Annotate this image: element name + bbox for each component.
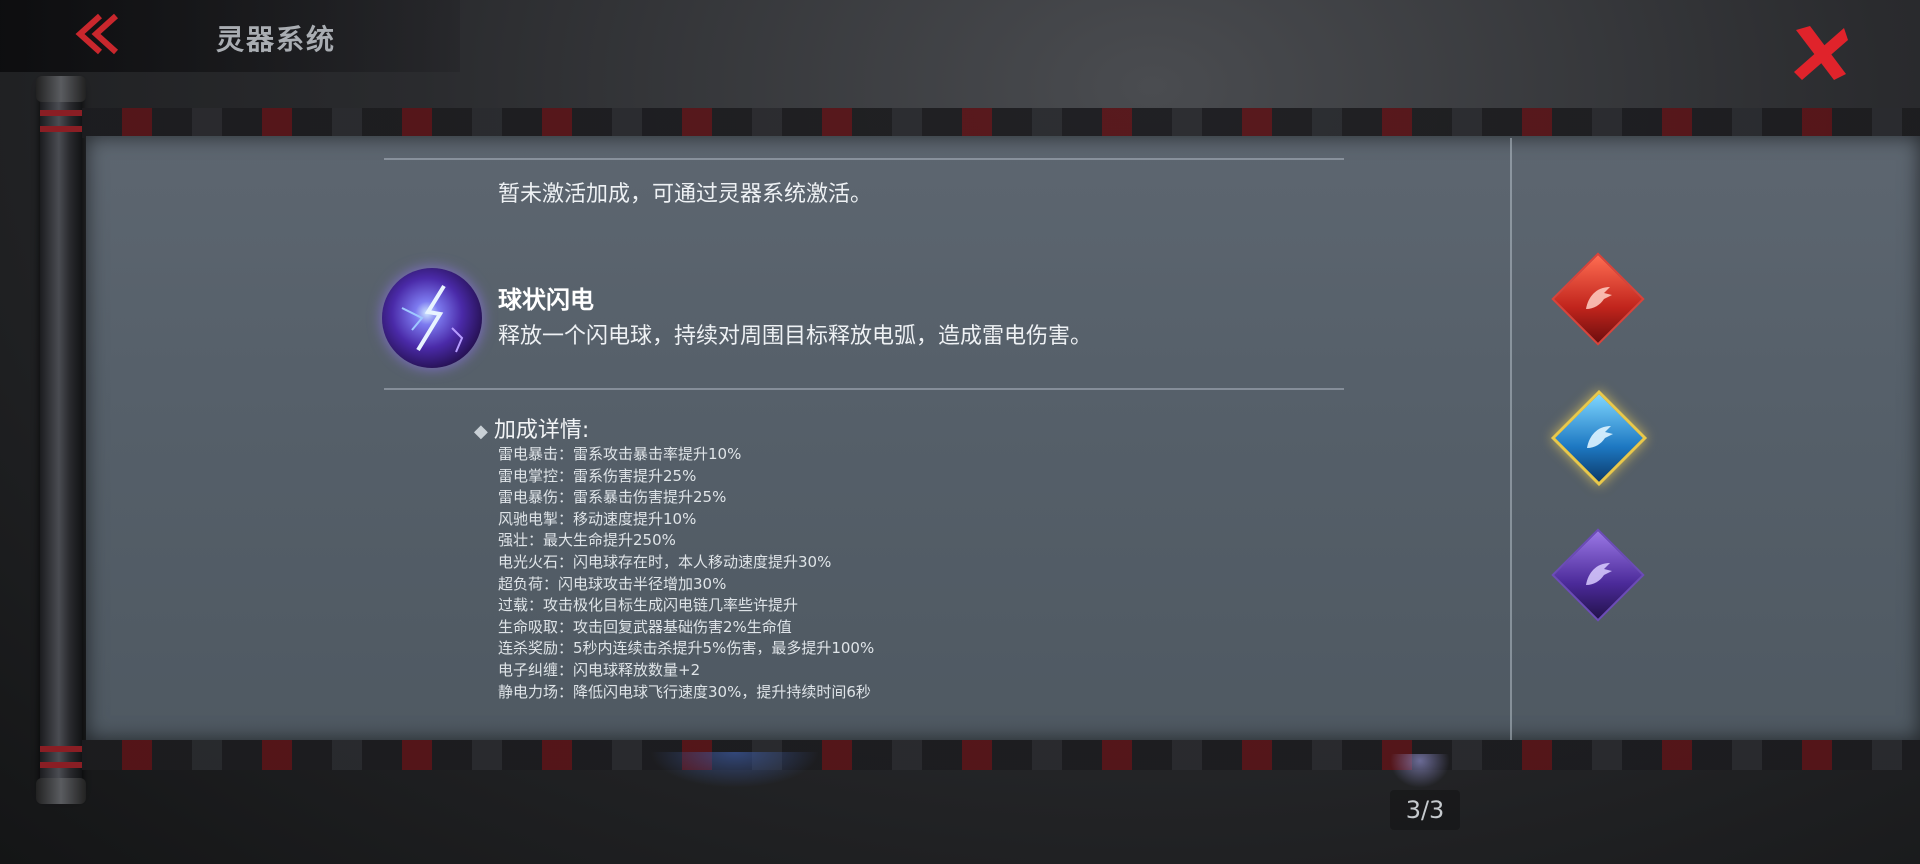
dragon-head-icon: [1567, 544, 1629, 606]
close-x-icon: [1794, 26, 1848, 80]
diamond-bullet-icon: ◆: [474, 421, 488, 442]
bonus-item: 雷电掌控：雷系伤害提升25%: [498, 466, 697, 485]
double-chevron-left-icon: [75, 13, 119, 55]
rod-band: [40, 762, 82, 768]
rod-top-cap: [36, 76, 86, 102]
page-indicator: 3/3: [1390, 790, 1460, 830]
bottom-glow-decoration: [650, 752, 820, 788]
bonus-list: 雷电暴击：雷系攻击暴击率提升10% 雷电掌控：雷系伤害提升25% 雷电暴伤：雷系…: [498, 444, 874, 703]
bonus-item: 超负荷：闪电球攻击半径增加30%: [498, 574, 727, 593]
rod-bottom-cap: [36, 778, 86, 804]
rod-band: [40, 110, 82, 116]
page-title: 灵器系统: [216, 23, 337, 56]
divider: [384, 158, 1344, 160]
dragon-head-icon: [1568, 407, 1630, 469]
banner-top-strip: [82, 108, 1920, 138]
emblem-timeline: [1510, 138, 1512, 740]
close-button[interactable]: [1790, 22, 1852, 84]
skill-name: 球状闪电: [498, 286, 594, 314]
bonus-item: 过载：攻击极化目标生成闪电链几率些许提升: [498, 596, 799, 615]
back-button[interactable]: [70, 10, 126, 58]
lightning-orb-icon: [382, 268, 482, 368]
dragon-head-icon: [1567, 268, 1629, 330]
divider: [384, 388, 1344, 390]
scroll-rod: [36, 76, 86, 804]
top-bar: 灵器系统: [0, 0, 460, 72]
bonus-item: 电光火石：闪电球存在时，本人移动速度提升30%: [498, 552, 832, 571]
bonus-item: 静电力场：降低闪电球飞行速度30%，提升持续时间6秒: [498, 682, 871, 701]
activation-status-text: 暂未激活加成，可通过灵器系统激活。: [498, 182, 873, 207]
bonus-title-text: 加成详情:: [493, 418, 590, 443]
skill-description: 释放一个闪电球，持续对周围目标释放电弧，造成雷电伤害。: [498, 324, 1093, 349]
bonus-item: 电子纠缠：闪电球释放数量+2: [498, 660, 701, 679]
page-emblem-icon: [1390, 754, 1450, 788]
rod-band: [40, 746, 82, 752]
bonus-title: ◆ 加成详情:: [474, 412, 589, 444]
bonus-item: 强壮：最大生命提升250%: [498, 531, 676, 550]
bonus-item: 雷电暴伤：雷系暴击伤害提升25%: [498, 488, 727, 507]
bonus-item: 生命吸取：攻击回复武器基础伤害2%生命值: [498, 617, 792, 636]
rod-band: [40, 126, 82, 132]
lightning-bolt-graphic: [401, 284, 464, 353]
bonus-item: 风驰电掣：移动速度提升10%: [498, 509, 697, 528]
banner-bottom-strip: [82, 740, 1920, 770]
bonus-item: 雷电暴击：雷系攻击暴击率提升10%: [498, 445, 742, 463]
bonus-item: 连杀奖励：5秒内连续击杀提升5%伤害，最多提升100%: [498, 639, 875, 658]
